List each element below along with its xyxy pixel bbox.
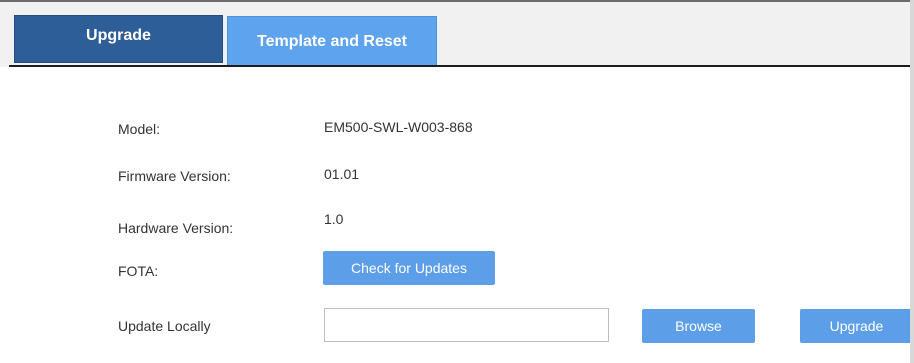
file-path-input[interactable] bbox=[324, 308, 609, 342]
upgrade-button[interactable]: Upgrade bbox=[800, 309, 913, 343]
tab-template-and-reset[interactable]: Template and Reset bbox=[227, 16, 437, 66]
hardware-version-value: 1.0 bbox=[324, 211, 344, 227]
model-value: EM500-SWL-W003-868 bbox=[324, 119, 473, 135]
right-edge-border bbox=[910, 0, 914, 363]
hardware-version-label: Hardware Version: bbox=[118, 220, 234, 236]
update-locally-label: Update Locally bbox=[118, 318, 211, 334]
model-label: Model: bbox=[118, 121, 161, 137]
firmware-version-value: 01.01 bbox=[324, 166, 360, 182]
fota-label: FOTA: bbox=[118, 263, 159, 279]
tab-upgrade[interactable]: Upgrade bbox=[14, 15, 223, 63]
tab-divider-line bbox=[9, 65, 914, 67]
firmware-version-label: Firmware Version: bbox=[118, 168, 231, 184]
browse-button[interactable]: Browse bbox=[642, 309, 755, 343]
tab-bar: Upgrade Template and Reset bbox=[0, 0, 914, 67]
check-for-updates-button[interactable]: Check for Updates bbox=[323, 251, 495, 285]
